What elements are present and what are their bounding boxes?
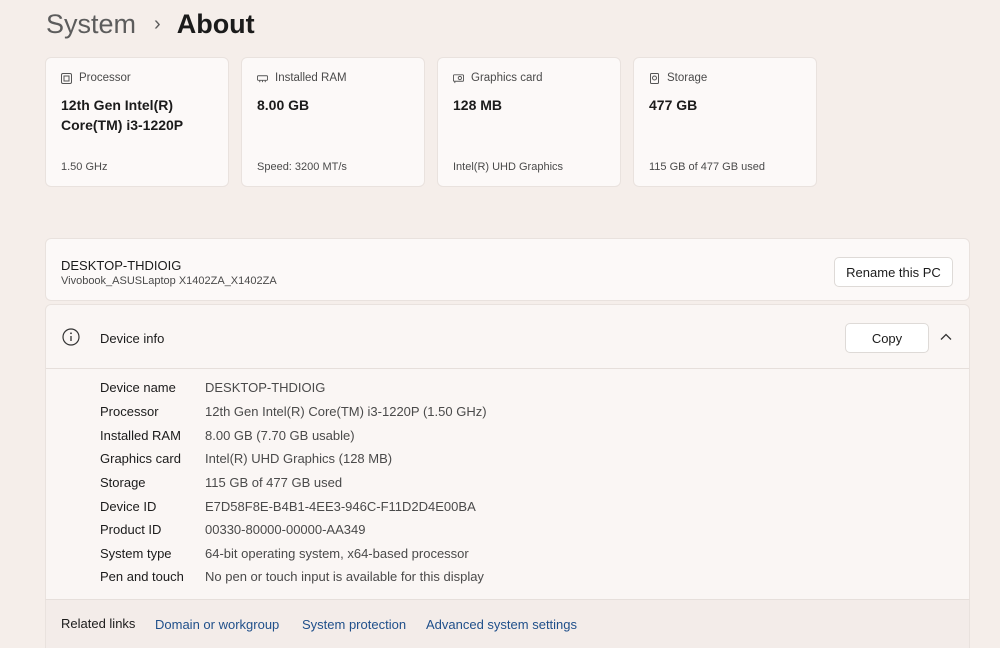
spec-key: Graphics card (100, 450, 181, 466)
card-header: Installed RAM (257, 72, 347, 84)
card-value: 128 MB (453, 97, 503, 113)
spec-row-pen-and-touch: Pen and touch No pen or touch input is a… (100, 567, 484, 585)
spec-row-system-type: System type 64-bit operating system, x64… (100, 544, 469, 562)
card-label: Installed RAM (275, 72, 347, 84)
spec-row-processor: Processor 12th Gen Intel(R) Core(TM) i3-… (100, 402, 487, 420)
card-label: Graphics card (471, 72, 543, 84)
spec-key: Device ID (100, 498, 157, 514)
advanced-system-settings-link[interactable]: Advanced system settings (426, 617, 577, 632)
pc-model: Vivobook_ASUSLaptop X1402ZA_X1402ZA (61, 275, 277, 287)
ram-icon (257, 73, 268, 84)
spec-value: Intel(R) UHD Graphics (128 MB) (205, 450, 393, 466)
related-links-bar: Related links Domain or workgroup System… (45, 599, 970, 648)
spec-row-device-id: Device ID E7D58F8E-B4B1-4EE3-946C-F11D2D… (100, 497, 476, 515)
spec-key: Storage (100, 474, 146, 490)
graphics-card: Graphics card 128 MB Intel(R) UHD Graphi… (437, 57, 621, 187)
spec-value: DESKTOP-THDIOIG (205, 379, 326, 395)
card-subtext: 115 GB of 477 GB used (649, 161, 765, 173)
spec-key: Installed RAM (100, 427, 181, 443)
info-icon (62, 328, 80, 346)
card-subtext: 1.50 GHz (61, 161, 108, 173)
system-protection-link[interactable]: System protection (302, 617, 406, 632)
breadcrumb-separator: › (154, 12, 161, 35)
spec-value: No pen or touch input is available for t… (205, 568, 484, 584)
spec-row-product-id: Product ID 00330-80000-00000-AA349 (100, 520, 365, 538)
spec-key: Processor (100, 403, 159, 419)
device-info-title: Device info (100, 331, 165, 346)
related-links-label: Related links (61, 616, 136, 631)
pc-name: DESKTOP-THDIOIG (61, 258, 182, 273)
spec-value: 00330-80000-00000-AA349 (205, 521, 366, 537)
spec-key: System type (100, 545, 172, 561)
chevron-up-icon[interactable] (939, 330, 953, 344)
spec-row-installed-ram: Installed RAM 8.00 GB (7.70 GB usable) (100, 426, 355, 444)
rename-pc-button[interactable]: Rename this PC (834, 257, 953, 287)
processor-icon (61, 72, 72, 84)
spec-key: Device name (100, 379, 176, 395)
card-label: Processor (79, 72, 131, 84)
breadcrumb-system[interactable]: System (46, 9, 136, 40)
spec-value: 115 GB of 477 GB used (205, 474, 343, 490)
spec-row-device-name: Device name DESKTOP-THDIOIG (100, 378, 325, 396)
card-header: Processor (61, 72, 131, 84)
card-header: Storage (649, 72, 707, 84)
spec-value: 12th Gen Intel(R) Core(TM) i3-1220P (1.5… (205, 403, 487, 419)
spec-value: 64-bit operating system, x64-based proce… (205, 545, 469, 561)
card-value: 8.00 GB (257, 97, 310, 113)
page-title: About (176, 8, 255, 39)
storage-card: Storage 477 GB 115 GB of 477 GB used (633, 57, 817, 187)
card-value: 477 GB (649, 97, 698, 113)
card-header: Graphics card (453, 72, 543, 84)
ram-card: Installed RAM 8.00 GB Speed: 3200 MT/s (241, 57, 425, 187)
domain-or-workgroup-link[interactable]: Domain or workgroup (155, 617, 279, 632)
card-value: 12th Gen Intel(R) Core(TM) i3-1220P (61, 97, 184, 133)
pc-name-card: DESKTOP-THDIOIG Vivobook_ASUSLaptop X140… (45, 238, 970, 301)
processor-card: Processor 12th Gen Intel(R) Core(TM) i3-… (45, 57, 229, 187)
card-label: Storage (667, 72, 708, 84)
breadcrumb: System › About (46, 6, 255, 42)
card-subtext: Speed: 3200 MT/s (257, 161, 347, 173)
spec-row-graphics-card: Graphics card Intel(R) UHD Graphics (128… (100, 449, 392, 467)
spec-value: E7D58F8E-B4B1-4EE3-946C-F11D2D4E00BA (205, 498, 476, 514)
device-info-panel: Device info Copy Device name DESKTOP-THD… (45, 304, 970, 648)
card-subtext: Intel(R) UHD Graphics (453, 161, 564, 173)
spec-key: Pen and touch (100, 568, 184, 584)
spec-value: 8.00 GB (7.70 GB usable) (205, 427, 355, 443)
spec-key: Product ID (100, 521, 162, 537)
graphics-card-icon (453, 73, 464, 84)
storage-icon (649, 72, 660, 84)
copy-button[interactable]: Copy (845, 323, 929, 353)
spec-row-storage: Storage 115 GB of 477 GB used (100, 473, 342, 491)
device-info-header[interactable]: Device info Copy (46, 305, 969, 369)
